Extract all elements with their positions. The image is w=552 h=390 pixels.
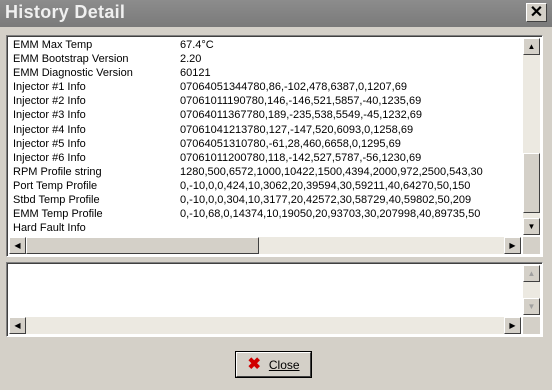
- scroll-down-icon[interactable]: ▼: [523, 218, 540, 235]
- detail-key: Stbd Temp Profile: [13, 194, 100, 207]
- detail-row[interactable]: Injector #6 Info 07061011200780,118,-142,…: [13, 151, 518, 165]
- detail-key: EMM Max Temp: [13, 39, 93, 51]
- memo-horizontal-scrollbar[interactable]: ◀ ▶: [9, 317, 521, 334]
- list-horizontal-scrollbar[interactable]: ◀ ▶: [9, 237, 521, 254]
- window-title: History Detail: [5, 2, 126, 22]
- detail-value: 1280,500,6572,1000,10422,1500,4394,2000,…: [180, 165, 483, 178]
- detail-row[interactable]: Injector #1 Info 07064051344780,86,-102,4…: [13, 80, 518, 94]
- detail-row[interactable]: Injector #5 Info 07064051310780,-61,28,46…: [13, 137, 518, 151]
- memo-scroll-down-icon[interactable]: ▼: [523, 298, 540, 315]
- close-x-icon: ✖: [247, 355, 261, 373]
- memo-scroll-up-icon[interactable]: ▲: [523, 265, 540, 282]
- detail-row[interactable]: EMM Bootstrap Version 2.20: [13, 52, 518, 66]
- horizontal-scroll-thumb[interactable]: [26, 237, 259, 254]
- memo-vertical-scrollbar[interactable]: ▲ ▼: [523, 265, 540, 315]
- scroll-up-icon[interactable]: ▲: [523, 38, 540, 55]
- detail-value: 07061041213780,127,-147,520,6093,0,1258,…: [180, 123, 414, 136]
- detail-value: 07061011200780,118,-142,527,5787,-56,123…: [180, 151, 422, 164]
- detail-value: 0,-10,68,0,14374,10,19050,20,93703,30,20…: [180, 208, 481, 221]
- detail-row[interactable]: Hard Fault Info: [13, 221, 518, 235]
- detail-row[interactable]: EMM Max Temp 67.4°C: [13, 38, 518, 52]
- scroll-right-icon[interactable]: ▶: [504, 237, 521, 254]
- detail-memo[interactable]: ▲ ▼ ◀ ▶: [6, 262, 543, 337]
- detail-key: Injector #3 Info: [13, 109, 86, 122]
- detail-row[interactable]: Injector #4 Info 07061041213780,127,-147,…: [13, 123, 518, 137]
- detail-key: Injector #2 Info: [13, 95, 86, 108]
- detail-key: Port Temp Profile: [13, 179, 98, 192]
- detail-key: Hard Fault Info: [13, 222, 86, 235]
- detail-row[interactable]: EMM Temp Profile 0,-10,68,0,14374,10,1905…: [13, 207, 518, 221]
- detail-value: 0,-10,0,0,424,10,3062,20,39594,30,59211,…: [180, 179, 471, 192]
- detail-row[interactable]: Port Temp Profile 0,-10,0,0,424,10,3062,2…: [13, 179, 518, 193]
- list-vertical-scrollbar[interactable]: ▲ ▼: [523, 38, 540, 235]
- detail-row[interactable]: Injector #3 Info 07064011367780,189,-235,…: [13, 108, 518, 122]
- memo-scroll-left-icon[interactable]: ◀: [9, 317, 26, 334]
- detail-value: 07064011367780,189,-235,538,5549,-45,123…: [180, 109, 423, 122]
- detail-row[interactable]: EMM Diagnostic Version 60121: [13, 66, 518, 80]
- detail-key: Injector #1 Info: [13, 81, 86, 94]
- detail-row[interactable]: RPM Profile string 1280,500,6572,1000,104…: [13, 165, 518, 179]
- detail-value: 67.4°C: [180, 39, 214, 51]
- detail-value: 07064051344780,86,-102,478,6387,0,1207,6…: [180, 81, 407, 94]
- detail-key: RPM Profile string: [13, 165, 102, 178]
- title-bar[interactable]: History Detail ✕: [0, 0, 552, 27]
- detail-value: 07061011190780,146,-146,521,5857,-40,123…: [180, 95, 422, 108]
- detail-key: Injector #4 Info: [13, 123, 86, 136]
- scrollbar-corner: [523, 237, 540, 254]
- detail-key: EMM Bootstrap Version: [13, 53, 129, 66]
- detail-value: 07064051310780,-61,28,460,6658,0,1295,69: [180, 137, 401, 150]
- vertical-scroll-thumb[interactable]: [523, 153, 540, 213]
- detail-key: EMM Temp Profile: [13, 208, 103, 221]
- scroll-left-icon[interactable]: ◀: [9, 237, 26, 254]
- detail-rows: EMM Max Temp 67.4°C EMM Bootstrap Version 2…: [13, 38, 518, 235]
- close-button-label: Close: [268, 357, 300, 372]
- history-detail-list[interactable]: EMM Max Temp 67.4°C EMM Bootstrap Version 2…: [6, 35, 543, 257]
- window-close-icon[interactable]: ✕: [526, 3, 547, 22]
- detail-value: 2.20: [180, 53, 202, 66]
- detail-key: Injector #5 Info: [13, 137, 86, 150]
- detail-value: 60121: [180, 67, 211, 80]
- detail-row[interactable]: Stbd Temp Profile 0,-10,0,0,304,10,3177,2…: [13, 193, 518, 207]
- close-button[interactable]: ✖ Close: [235, 351, 312, 378]
- detail-key: Injector #6 Info: [13, 151, 86, 164]
- memo-scrollbar-corner: [523, 317, 540, 334]
- detail-key: EMM Diagnostic Version: [13, 67, 133, 80]
- detail-row[interactable]: Injector #2 Info 07061011190780,146,-146,…: [13, 94, 518, 108]
- detail-value: 0,-10,0,0,304,10,3177,20,42572,30,58729,…: [180, 194, 472, 207]
- memo-scroll-right-icon[interactable]: ▶: [504, 317, 521, 334]
